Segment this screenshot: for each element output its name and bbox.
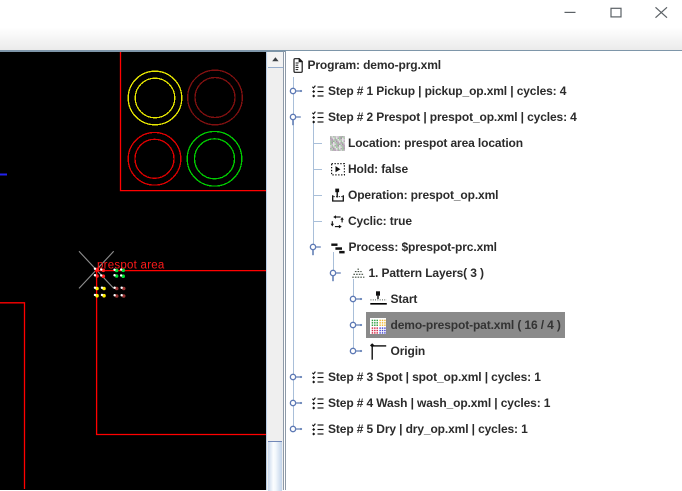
svg-text:prespot area: prespot area: [97, 259, 165, 271]
